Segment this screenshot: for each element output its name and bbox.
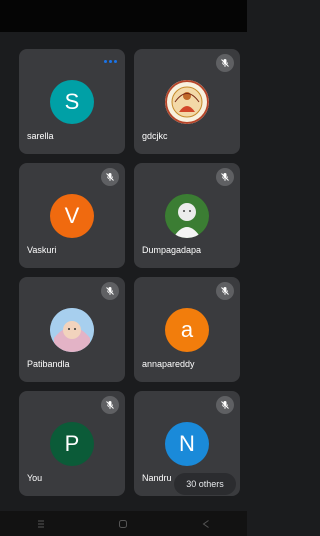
participant-tile-sarella[interactable]: S sarella	[19, 49, 125, 154]
avatar-initial: N	[179, 431, 195, 456]
participant-name: Vaskuri	[27, 245, 57, 255]
participant-name: You	[27, 473, 43, 483]
recent-apps-icon[interactable]	[31, 516, 51, 532]
mic-off-icon	[216, 282, 234, 300]
participant-tile-you[interactable]: P You	[19, 391, 125, 496]
participant-name: sarella	[27, 131, 54, 141]
participant-name: annapareddy	[142, 359, 195, 369]
mic-off-icon	[101, 168, 119, 186]
mic-off-icon	[216, 54, 234, 72]
navigation-bar	[0, 511, 247, 536]
participant-tile-dumpagadapa[interactable]: Dumpagadapa	[134, 163, 240, 268]
avatar-initial: S	[64, 89, 80, 114]
participant-tile-patibandla[interactable]: Patibandla	[19, 277, 125, 382]
more-options-icon[interactable]	[104, 58, 117, 64]
participant-name: gdcjkc	[142, 131, 168, 141]
avatar-initial: a	[180, 317, 194, 342]
back-icon[interactable]	[196, 516, 216, 532]
others-chip[interactable]: 30 others	[174, 473, 236, 495]
mic-off-icon	[216, 396, 234, 414]
participant-tile-vaskuri[interactable]: V Vaskuri	[19, 163, 125, 268]
mic-off-icon	[101, 282, 119, 300]
participant-tile-gdcjkc[interactable]: gdcjkc	[134, 49, 240, 154]
avatar-initial: P	[64, 431, 80, 456]
mic-off-icon	[101, 396, 119, 414]
avatar: S	[50, 80, 94, 124]
participant-name: Nandru	[142, 473, 172, 483]
mic-off-icon	[216, 168, 234, 186]
avatar: V	[50, 194, 94, 238]
participant-tile-annapareddy[interactable]: a annapareddy	[134, 277, 240, 382]
avatar: P	[50, 422, 94, 466]
participant-name: Dumpagadapa	[142, 245, 202, 255]
avatar-emblem	[165, 80, 209, 124]
participant-name: Patibandla	[27, 359, 70, 369]
avatar-initial: V	[64, 203, 80, 228]
avatar-photo	[50, 308, 94, 352]
participant-grid: S sarella gdcjkc V Vaskuri Dumpagadapa P…	[0, 0, 247, 536]
home-icon[interactable]	[113, 516, 133, 532]
avatar: N	[165, 422, 209, 466]
avatar: a	[165, 308, 209, 352]
avatar-photo	[165, 194, 209, 238]
